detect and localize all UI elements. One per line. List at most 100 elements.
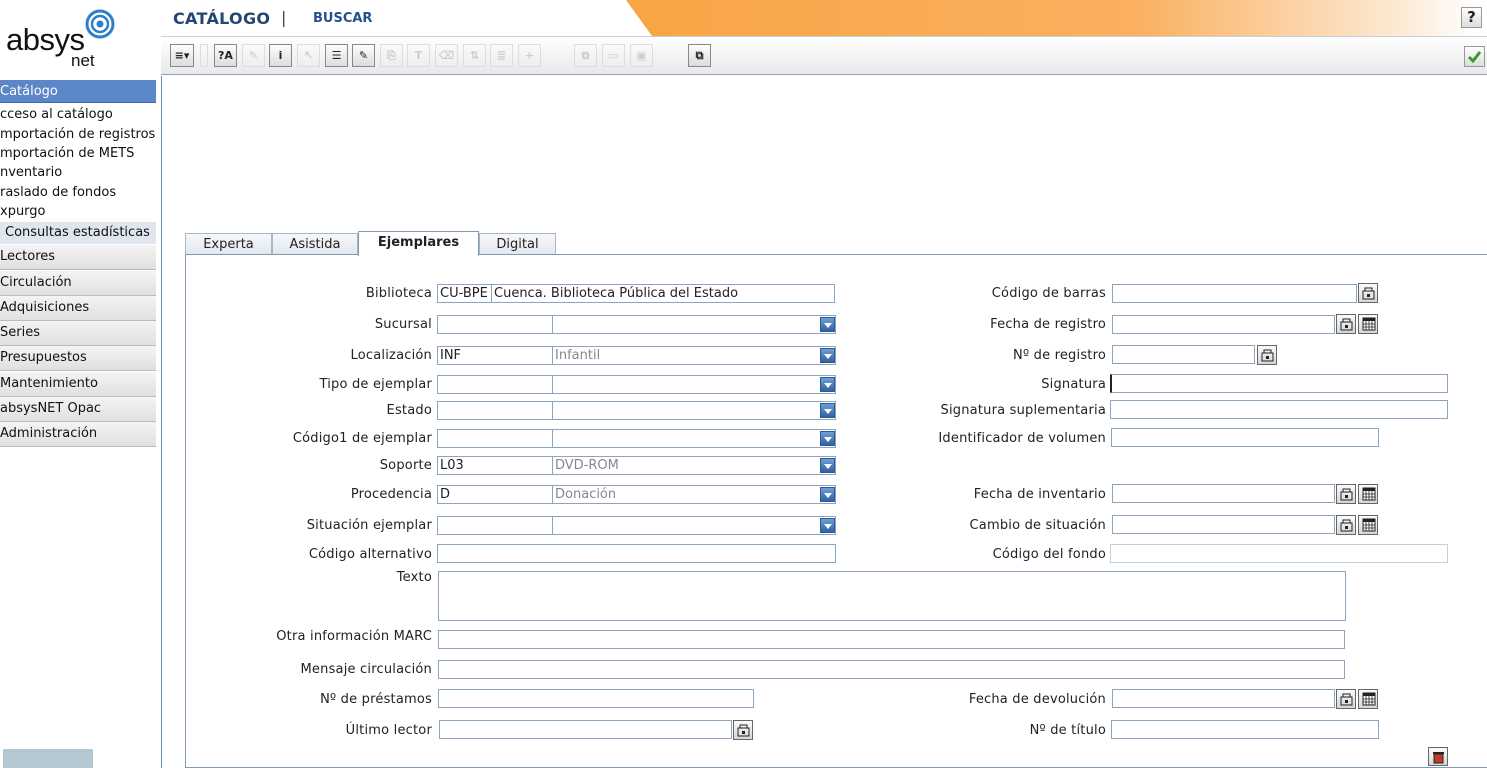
situacion-select[interactable] [552,516,836,535]
tipo-dropdown-icon[interactable] [820,377,835,392]
num-titulo-input[interactable] [1111,720,1379,739]
estado-code[interactable] [437,401,553,420]
fecha-inventario-input[interactable] [1112,484,1335,503]
codigo-barras-lookup-button[interactable] [1358,283,1378,303]
tab-asistida[interactable]: Asistida [272,233,358,255]
codigo1-dropdown-icon[interactable] [820,431,835,446]
fecha-registro-lookup-button[interactable] [1336,314,1356,334]
tipo-select[interactable] [552,375,836,394]
texto-label: Texto [396,570,432,585]
localizacion-code[interactable]: INF [437,346,553,365]
tipo-code[interactable] [437,375,553,394]
list-menu-icon[interactable]: ≡▾ [170,44,194,67]
toolbar: ≡▾ ?A ✎ i ↖ ☰ ✎ ⎘ T ⌫ ⇅ ≣ + ⧉ ▭ ▣ ⧉ [161,37,1487,75]
sidebar-section-circulacion[interactable]: Circulación [0,271,156,296]
situacion-code[interactable] [437,516,553,535]
cambio-situacion-input[interactable] [1112,515,1335,534]
num-registro-input[interactable] [1112,345,1255,364]
estado-select[interactable] [552,401,836,420]
sidebar-section-presupuestos[interactable]: Presupuestos [0,346,156,371]
procedencia-dropdown-icon[interactable] [820,487,835,502]
sidebar-section-adquisiciones[interactable]: Adquisiciones [0,296,156,321]
record-icon[interactable]: ☰ [325,44,348,67]
codigo-alt-input[interactable] [437,544,836,563]
procedencia-select[interactable]: Donación [552,485,836,504]
biblioteca-name[interactable]: Cuenca. Biblioteca Pública del Estado [491,284,835,303]
otra-info-input[interactable] [438,630,1345,649]
localizacion-dropdown-icon[interactable] [820,348,835,363]
ultimo-lector-input[interactable] [439,720,732,739]
fecha-devolucion-input[interactable] [1112,689,1335,708]
sucursal-select[interactable] [552,315,836,334]
sidebar-item-importacion-registros[interactable]: mportación de registros [0,125,157,144]
lookup-icon [1362,287,1375,300]
fecha-devolucion-calendar-button[interactable] [1358,689,1378,709]
tab-digital[interactable]: Digital [479,233,556,255]
sidebar-item-consultas[interactable]: Consultas estadísticas [0,222,156,244]
duplicate-icon: ⧉ [574,44,597,67]
prestamos-input[interactable] [438,689,754,708]
id-volumen-label: Identificador de volumen [938,431,1106,446]
fecha-devolucion-lookup-button[interactable] [1336,689,1356,709]
signatura-supl-input[interactable] [1110,400,1448,419]
sidebar-item-expurgo[interactable]: xpurgo [0,202,157,221]
info-icon[interactable]: i [269,44,292,67]
codigo-barras-input[interactable] [1112,284,1357,303]
tab-ejemplares[interactable]: Ejemplares [358,231,479,256]
cambio-situacion-lookup-button[interactable] [1336,515,1356,535]
codigo-alt-label: Código alternativo [308,547,432,562]
edit-icon[interactable]: ✎ [352,44,375,67]
sidebar-section-administracion[interactable]: Administración [0,422,156,447]
tab-experta[interactable]: Experta [185,233,272,255]
fecha-inventario-lookup-button[interactable] [1336,484,1356,504]
cambio-situacion-calendar-button[interactable] [1358,515,1378,535]
codigo1-select[interactable] [552,429,836,448]
spellcheck-icon[interactable]: ?A [214,44,237,67]
situacion-dropdown-icon[interactable] [820,518,835,533]
fecha-registro-calendar-button[interactable] [1358,314,1378,334]
sidebar-section-series[interactable]: Series [0,321,156,346]
mensaje-input[interactable] [438,660,1345,679]
sucursal-dropdown-icon[interactable] [820,317,835,332]
export-icon[interactable]: ⧉ [688,44,711,67]
sidebar-item-traslado[interactable]: raslado de fondos [0,183,157,202]
fecha-inventario-calendar-button[interactable] [1358,484,1378,504]
texto-textarea[interactable] [438,571,1346,621]
soporte-dropdown-icon[interactable] [820,458,835,473]
soporte-select[interactable]: DVD-ROM [552,456,836,475]
sidebar-item-inventario[interactable]: nventario [0,163,157,182]
sidebar-item-acceso[interactable]: cceso al catálogo [0,105,157,124]
buscar-link[interactable]: BUSCAR [313,11,372,26]
fecha-registro-input[interactable] [1112,315,1335,334]
soporte-code[interactable]: L03 [437,456,553,475]
codigo1-code[interactable] [437,429,553,448]
confirm-button[interactable] [1464,46,1485,67]
sidebar-item-importacion-mets[interactable]: mportación de METS [0,144,157,163]
sidebar-section-catalogo[interactable]: Catálogo [0,80,156,103]
header-bar: CATÁLOGO | BUSCAR ? [161,0,1487,37]
sidebar-section-opac[interactable]: absysNET Opac [0,397,156,422]
signatura-label: Signatura [1041,377,1106,392]
delete-copy-button[interactable] [1428,747,1448,766]
sort-icon: ⇅ [463,44,486,67]
sidebar-section-mantenimiento[interactable]: Mantenimiento [0,372,156,397]
num-registro-lookup-button[interactable] [1257,345,1277,365]
num-registro-label: Nº de registro [1013,348,1106,363]
ultimo-lector-lookup-button[interactable] [733,720,753,740]
format-icon: T [407,44,430,67]
sidebar-section-lectores[interactable]: Lectores [0,245,156,270]
help-button[interactable]: ? [1461,7,1482,28]
localizacion-select[interactable]: Infantil [552,346,836,365]
estado-dropdown-icon[interactable] [820,403,835,418]
sucursal-code[interactable] [437,315,553,334]
id-volumen-input[interactable] [1111,428,1379,447]
signatura-input[interactable] [1110,374,1448,393]
lookup-icon [1261,349,1274,362]
trash-icon [1433,752,1444,764]
cursor-icon: ↖ [297,44,320,67]
spiral-icon [85,9,115,39]
biblioteca-code[interactable]: CU-BPE [437,284,492,303]
lookup-icon [1340,519,1353,532]
procedencia-code[interactable]: D [437,485,553,504]
situacion-label: Situación ejemplar [306,518,432,533]
